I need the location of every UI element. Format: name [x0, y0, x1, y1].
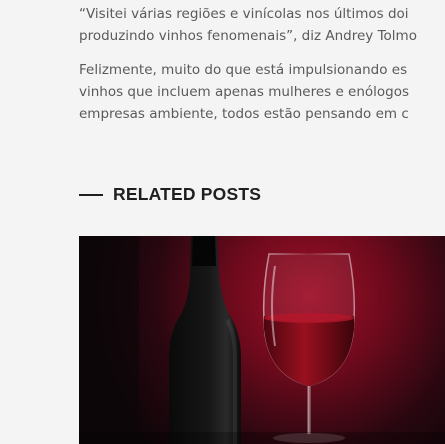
heading-dash-decoration	[79, 193, 103, 196]
article-line: vinhos que incluem apenas mulheres e enó…	[79, 84, 410, 100]
article-line: produzindo vinhos fenomenais”, diz Andre…	[79, 28, 417, 44]
related-post-thumbnail[interactable]	[79, 236, 445, 444]
related-posts-header: RELATED POSTS	[79, 184, 261, 205]
wine-bottle-and-glass-image	[79, 236, 445, 444]
article-line: “Visitei várias regiões e vinícolas nos …	[79, 6, 409, 22]
article-line: Felizmente, muito do que está impulsiona…	[79, 62, 408, 78]
related-posts-title: RELATED POSTS	[113, 184, 262, 204]
article-line: empresas ambiente, todos estão pensando …	[79, 106, 409, 122]
article-body: “Visitei várias regiões e vinícolas nos …	[79, 3, 445, 137]
article-paragraph: “Visitei várias regiões e vinícolas nos …	[79, 3, 445, 47]
article-paragraph: Felizmente, muito do que está impulsiona…	[79, 59, 445, 125]
